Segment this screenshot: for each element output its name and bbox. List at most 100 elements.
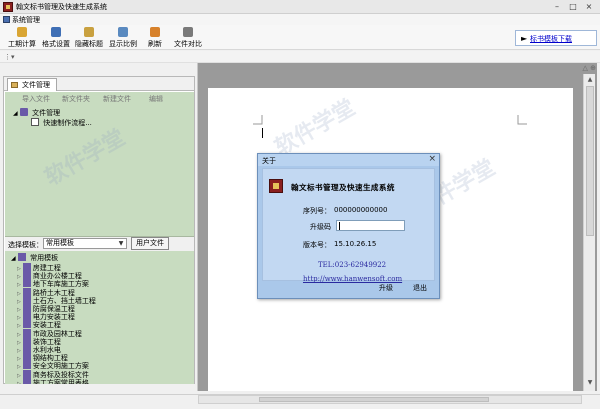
- tab-file-management-label: 文件管理: [22, 81, 50, 89]
- tree-item-quick-process[interactable]: 快速制作流程...: [31, 118, 92, 128]
- folder-icon: [22, 336, 31, 345]
- close-icon[interactable]: ×: [428, 154, 436, 164]
- template-select-value: 常用模板: [46, 239, 74, 247]
- schedule-calc-label: 工期计算: [8, 40, 36, 48]
- dialog-body: 翰文标书管理及快速生成系统 序列号： 000000000000 升级码 版本号：…: [262, 168, 435, 283]
- panel-footer: [3, 384, 195, 389]
- serial-label: 序列号：: [303, 207, 331, 215]
- folder-icon: [22, 279, 31, 288]
- version-label: 版本号：: [303, 241, 331, 249]
- text-cursor: [262, 128, 263, 138]
- template-select[interactable]: 常用模板 ▼: [43, 238, 127, 249]
- file-management-panel: 文件管理 导入文件 新文件夹 新建文件 编辑 ◢ 文件管理 快速制作流程... …: [3, 76, 195, 384]
- upgrade-button[interactable]: 升级: [371, 283, 401, 293]
- collapse-up-icon[interactable]: △: [583, 64, 588, 72]
- folder-icon: [22, 345, 31, 353]
- schedule-calc-icon: [17, 27, 27, 37]
- upgrade-code-label: 升级码: [310, 223, 331, 231]
- website-link[interactable]: http://www.hanwensoft.com: [303, 275, 402, 283]
- scroll-down-icon[interactable]: ▼: [586, 379, 594, 387]
- dialog-title: 关于: [262, 157, 276, 165]
- exit-button[interactable]: 退出: [405, 283, 435, 293]
- toolbar-grip-icon[interactable]: ⋮▾: [4, 53, 15, 61]
- about-dialog: 关于 × 翰文标书管理及快速生成系统 序列号： 000000000000 升级码…: [257, 153, 440, 299]
- maximize-icon[interactable]: □: [566, 1, 580, 12]
- dialog-titlebar: 关于 ×: [258, 154, 439, 166]
- zoom-ratio-label: 显示比例: [109, 40, 137, 48]
- crop-mark-top-left: [253, 115, 263, 125]
- bullet-icon: ►: [521, 34, 528, 43]
- folder-icon: [22, 271, 31, 280]
- format-settings-button[interactable]: 格式设置: [40, 27, 72, 49]
- edit-button[interactable]: 编辑: [149, 94, 163, 104]
- folder-icon: [22, 369, 31, 378]
- app-logo-icon: [3, 2, 13, 12]
- new-file-button[interactable]: 新建文件: [103, 94, 131, 104]
- folder-icon: [22, 328, 31, 337]
- tree-label: 文件管理: [32, 109, 61, 117]
- menu-system[interactable]: 系统管理: [12, 15, 40, 25]
- folder-icon: [22, 320, 31, 329]
- zoom-ratio-icon: [118, 27, 128, 37]
- app-name: 翰文标书管理及快速生成系统: [291, 183, 395, 192]
- template-selector-bar: 选择模板： 常用模板 ▼ 用户文件: [5, 237, 194, 251]
- format-settings-icon: [51, 27, 61, 37]
- new-folder-button[interactable]: 新文件夹: [62, 94, 90, 104]
- window-titlebar: 翰文标书管理及快速生成系统 – □ ×: [0, 0, 600, 14]
- toolbar: 工期计算 格式设置 隐藏标题 显示比例 刷新 文件对比: [0, 25, 600, 50]
- folder-icon: [22, 263, 31, 271]
- file-compare-button[interactable]: 文件对比: [172, 27, 204, 49]
- collapse-icon[interactable]: ◢: [11, 255, 16, 262]
- input-cursor: [339, 222, 340, 230]
- serial-value: 000000000000: [334, 206, 388, 214]
- tree-root-common-templates[interactable]: ◢ 常用模板: [11, 253, 58, 263]
- folder-icon: [22, 304, 31, 312]
- tab-file-management[interactable]: 文件管理: [7, 78, 57, 91]
- template-tree-area: ◢ 常用模板 ▷ 房建工程 ▷ 商业办公楼工程 ▷ 地下车库施工方案 ▷ 路桥土木工程 ▷ 土石方…: [5, 251, 194, 384]
- tree-root-file-management[interactable]: ◢ 文件管理: [13, 108, 60, 118]
- hide-title-icon: [84, 27, 94, 37]
- expand-icon[interactable]: ⊕: [590, 64, 596, 72]
- horizontal-scroll-thumb[interactable]: [259, 397, 489, 402]
- vertical-scrollbar[interactable]: ▲ ▼: [583, 74, 595, 391]
- file-actions: 导入文件 新文件夹 新建文件 编辑: [5, 94, 194, 105]
- hide-title-button[interactable]: 隐藏标题: [73, 27, 105, 49]
- minimize-icon[interactable]: –: [550, 1, 564, 12]
- zoom-ratio-button[interactable]: 显示比例: [106, 27, 140, 49]
- format-settings-label: 格式设置: [42, 40, 70, 48]
- system-menu-icon: [3, 16, 10, 23]
- collapse-icon[interactable]: ◢: [13, 110, 18, 117]
- refresh-button[interactable]: 刷新: [144, 27, 166, 49]
- schedule-calc-button[interactable]: 工期计算: [6, 27, 38, 49]
- template-download-link[interactable]: 标书模板下载: [530, 34, 572, 44]
- folder-icon: [22, 295, 31, 304]
- refresh-icon: [150, 27, 160, 37]
- tree-label: 快速制作流程...: [43, 119, 92, 127]
- panel-tabs: 文件管理: [4, 77, 194, 91]
- folder-icon: [17, 253, 26, 261]
- folder-icon: [22, 361, 31, 370]
- chevron-down-icon: ▼: [118, 240, 124, 247]
- app-logo-icon: [269, 179, 283, 193]
- document-icon: [31, 118, 39, 126]
- contact-tel: TEL:023-62949922: [318, 261, 387, 269]
- sub-toolbar: ⋮▾: [0, 51, 600, 63]
- refresh-label: 刷新: [148, 40, 162, 48]
- menu-bar: 系统管理: [0, 14, 600, 25]
- crop-mark-top-right: [517, 115, 527, 125]
- folder-icon: [19, 108, 28, 116]
- template-download-box: ► 标书模板下载: [515, 30, 597, 46]
- file-compare-icon: [183, 27, 193, 37]
- scroll-up-icon[interactable]: ▲: [586, 76, 594, 84]
- folder-icon: [22, 312, 31, 321]
- upgrade-code-input[interactable]: [336, 220, 405, 231]
- close-icon[interactable]: ×: [582, 1, 596, 12]
- folder-icon: [22, 353, 31, 362]
- vertical-scroll-thumb[interactable]: [586, 86, 594, 236]
- folder-icon: [11, 82, 18, 88]
- window-title: 翰文标书管理及快速生成系统: [16, 3, 107, 11]
- import-file-button[interactable]: 导入文件: [22, 94, 50, 104]
- horizontal-scrollbar[interactable]: [198, 395, 582, 404]
- hide-title-label: 隐藏标题: [75, 40, 103, 48]
- user-files-button[interactable]: 用户文件: [131, 237, 169, 250]
